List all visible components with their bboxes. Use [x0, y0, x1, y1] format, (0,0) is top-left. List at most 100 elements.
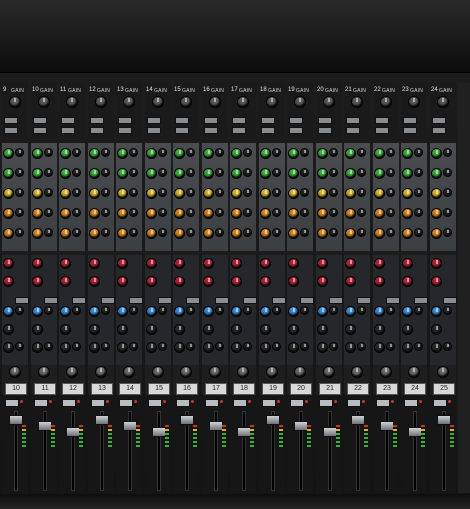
eq-knob-icon[interactable]: [289, 229, 298, 238]
eq-knob-icon[interactable]: [61, 229, 70, 238]
aux-send-knob-icon[interactable]: [147, 277, 156, 286]
eq-knob-icon[interactable]: [444, 209, 451, 216]
eq-knob-icon[interactable]: [147, 189, 156, 198]
eq-knob-icon[interactable]: [216, 149, 223, 156]
eq-knob-icon[interactable]: [102, 189, 109, 196]
hpf-button[interactable]: [289, 117, 303, 124]
pan-knob-icon[interactable]: [409, 367, 419, 377]
aux-send-knob-icon[interactable]: [358, 343, 365, 350]
pan-knob-icon[interactable]: [124, 367, 134, 377]
pan-knob-icon[interactable]: [153, 367, 163, 377]
eq-knob-icon[interactable]: [4, 169, 13, 178]
eq-knob-icon[interactable]: [73, 229, 80, 236]
eq-knob-icon[interactable]: [61, 189, 70, 198]
eq-knob-icon[interactable]: [4, 229, 13, 238]
aux-send-knob-icon[interactable]: [403, 259, 412, 268]
hpf-button[interactable]: [90, 117, 104, 124]
eq-knob-icon[interactable]: [102, 149, 109, 156]
eq-knob-icon[interactable]: [118, 189, 127, 198]
eq-knob-icon[interactable]: [147, 229, 156, 238]
aux-send-knob-icon[interactable]: [187, 307, 194, 314]
eq-knob-icon[interactable]: [33, 209, 42, 218]
gain-knob-icon[interactable]: [67, 97, 77, 107]
eq-knob-icon[interactable]: [102, 169, 109, 176]
eq-knob-icon[interactable]: [289, 189, 298, 198]
aux-send-knob-icon[interactable]: [289, 277, 298, 286]
aux-send-knob-icon[interactable]: [387, 307, 394, 314]
eq-knob-icon[interactable]: [375, 229, 384, 238]
aux-send-knob-icon[interactable]: [4, 343, 13, 352]
eq-knob-icon[interactable]: [358, 189, 365, 196]
hpf-button[interactable]: [318, 117, 332, 124]
eq-knob-icon[interactable]: [403, 189, 412, 198]
pan-knob-icon[interactable]: [10, 367, 20, 377]
channel-fader-icon[interactable]: [9, 415, 23, 425]
eq-knob-icon[interactable]: [358, 149, 365, 156]
eq-knob-icon[interactable]: [301, 209, 308, 216]
aux-send-knob-icon[interactable]: [261, 277, 270, 286]
aux-send-knob-icon[interactable]: [261, 343, 270, 352]
channel-fader-icon[interactable]: [38, 421, 52, 431]
mute-button[interactable]: [376, 399, 390, 407]
channel-fader-icon[interactable]: [408, 427, 422, 437]
eq-knob-icon[interactable]: [204, 169, 213, 178]
aux-send-knob-icon[interactable]: [45, 343, 52, 350]
eq-knob-icon[interactable]: [403, 209, 412, 218]
eq-knob-icon[interactable]: [318, 189, 327, 198]
pad-button[interactable]: [261, 127, 275, 134]
aux-send-knob-icon[interactable]: [289, 343, 298, 352]
aux-send-knob-icon[interactable]: [432, 259, 441, 268]
pan-knob-icon[interactable]: [210, 367, 220, 377]
eq-knob-icon[interactable]: [90, 209, 99, 218]
eq-knob-icon[interactable]: [358, 209, 365, 216]
pad-button[interactable]: [118, 127, 132, 134]
hpf-button[interactable]: [375, 117, 389, 124]
aux-send-knob-icon[interactable]: [61, 325, 70, 334]
aux-send-knob-icon[interactable]: [159, 343, 166, 350]
aux-send-knob-icon[interactable]: [175, 307, 184, 316]
eq-knob-icon[interactable]: [387, 189, 394, 196]
eq-knob-icon[interactable]: [45, 169, 52, 176]
eq-knob-icon[interactable]: [175, 189, 184, 198]
eq-knob-icon[interactable]: [444, 149, 451, 156]
eq-knob-icon[interactable]: [432, 189, 441, 198]
eq-knob-icon[interactable]: [204, 209, 213, 218]
eq-knob-icon[interactable]: [216, 229, 223, 236]
aux-send-knob-icon[interactable]: [73, 307, 80, 314]
eq-knob-icon[interactable]: [232, 209, 241, 218]
eq-knob-icon[interactable]: [289, 209, 298, 218]
eq-knob-icon[interactable]: [261, 169, 270, 178]
eq-knob-icon[interactable]: [444, 169, 451, 176]
pad-button[interactable]: [33, 127, 47, 134]
eq-knob-icon[interactable]: [175, 149, 184, 158]
eq-knob-icon[interactable]: [346, 229, 355, 238]
aux-send-knob-icon[interactable]: [4, 277, 13, 286]
eq-knob-icon[interactable]: [387, 229, 394, 236]
aux-send-knob-icon[interactable]: [346, 343, 355, 352]
eq-knob-icon[interactable]: [318, 209, 327, 218]
eq-knob-icon[interactable]: [244, 149, 251, 156]
pre-post-button[interactable]: [386, 297, 400, 304]
aux-send-knob-icon[interactable]: [387, 343, 394, 350]
aux-send-knob-icon[interactable]: [261, 307, 270, 316]
aux-send-knob-icon[interactable]: [318, 325, 327, 334]
mute-button[interactable]: [148, 399, 162, 407]
pre-post-button[interactable]: [300, 297, 314, 304]
eq-knob-icon[interactable]: [301, 169, 308, 176]
aux-send-knob-icon[interactable]: [61, 277, 70, 286]
eq-knob-icon[interactable]: [444, 189, 451, 196]
aux-send-knob-icon[interactable]: [415, 343, 422, 350]
aux-send-knob-icon[interactable]: [432, 307, 441, 316]
aux-send-knob-icon[interactable]: [147, 307, 156, 316]
aux-send-knob-icon[interactable]: [273, 307, 280, 314]
aux-send-knob-icon[interactable]: [175, 325, 184, 334]
eq-knob-icon[interactable]: [16, 189, 23, 196]
aux-send-knob-icon[interactable]: [301, 307, 308, 314]
eq-knob-icon[interactable]: [273, 189, 280, 196]
aux-send-knob-icon[interactable]: [375, 325, 384, 334]
gain-knob-icon[interactable]: [409, 97, 419, 107]
eq-knob-icon[interactable]: [318, 169, 327, 178]
eq-knob-icon[interactable]: [102, 209, 109, 216]
aux-send-knob-icon[interactable]: [375, 277, 384, 286]
eq-knob-icon[interactable]: [33, 189, 42, 198]
